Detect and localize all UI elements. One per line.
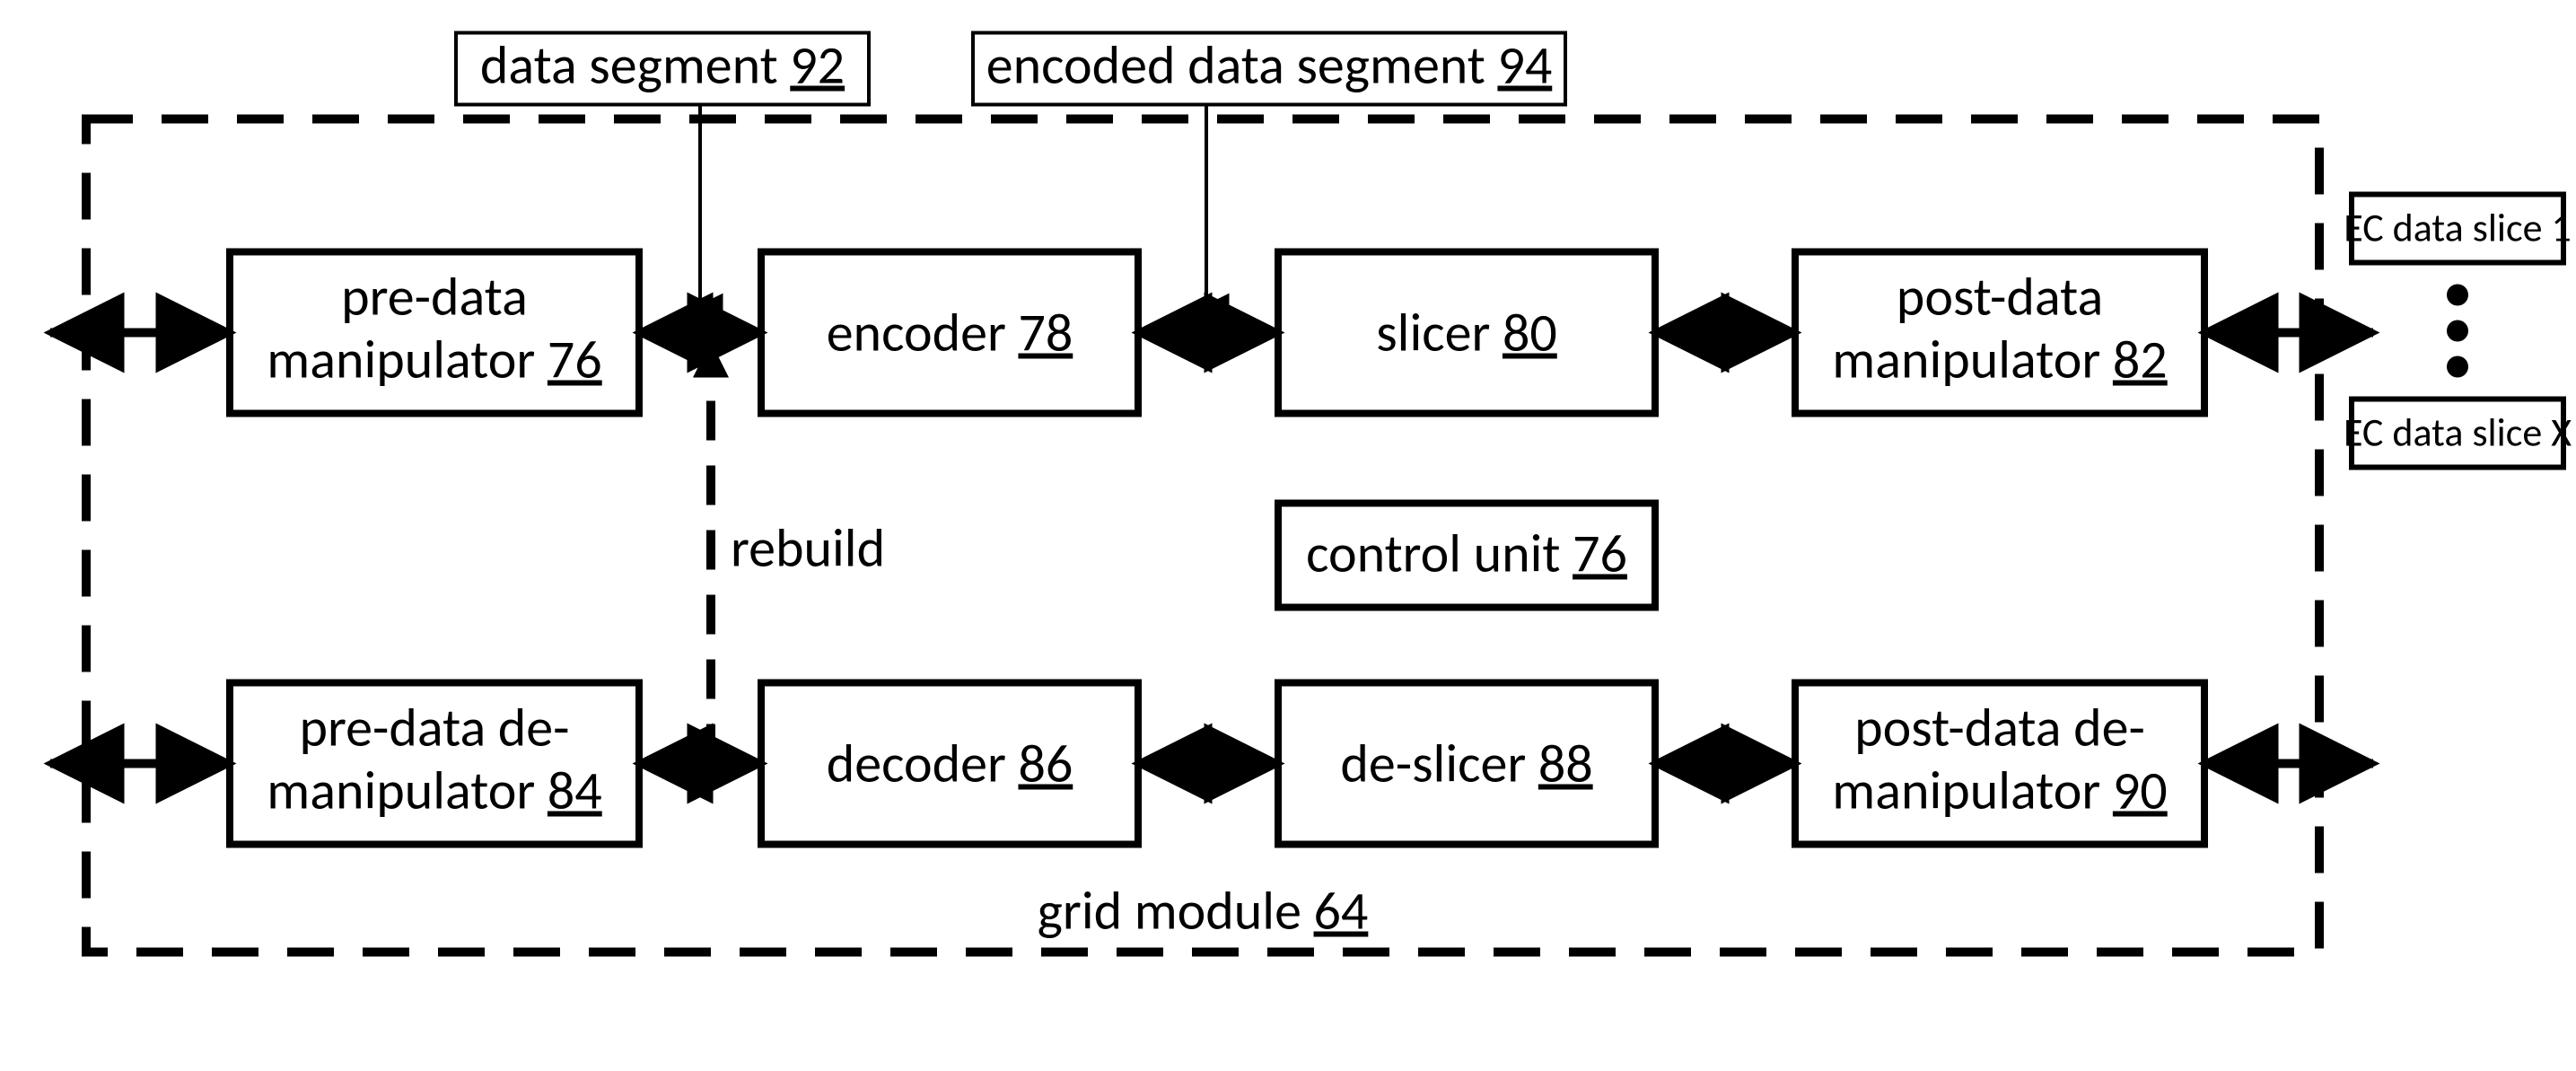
- pre-data-manipulator-l2: manipulator 76: [267, 328, 601, 393]
- control-unit-label: control unit 76: [1306, 522, 1627, 587]
- post-data-de-manipulator-l1: post-data de-: [1854, 696, 2145, 761]
- ellipsis-dot-1: [2447, 285, 2468, 306]
- data-segment-label: data segment 92: [480, 33, 845, 99]
- de-slicer-label: de-slicer 88: [1340, 732, 1592, 797]
- encoder-label: encoder 78: [827, 301, 1073, 366]
- ec-data-slice-x-label: EC data slice X: [2344, 408, 2572, 457]
- ec-data-slice-1-label: EC data slice 1: [2344, 204, 2572, 252]
- grid-module-label: grid module 64: [1038, 879, 1369, 944]
- ellipsis-dot-3: [2447, 356, 2468, 378]
- decoder-label: decoder 86: [827, 732, 1073, 797]
- pre-data-manipulator-l1: pre-data: [341, 265, 528, 330]
- post-data-manipulator-l1: post-data: [1897, 265, 2103, 330]
- pre-data-de-manipulator-l1: pre-data de-: [300, 696, 570, 761]
- slicer-label: slicer 80: [1376, 301, 1557, 366]
- ellipsis-dot-2: [2447, 320, 2468, 342]
- rebuild-label: rebuild: [731, 516, 885, 582]
- post-data-manipulator-l2: manipulator 82: [1832, 328, 2167, 393]
- post-data-de-manipulator-l2: manipulator 90: [1832, 759, 2167, 824]
- pre-data-de-manipulator-l2: manipulator 84: [267, 759, 601, 824]
- encoded-segment-label: encoded data segment 94: [986, 33, 1553, 99]
